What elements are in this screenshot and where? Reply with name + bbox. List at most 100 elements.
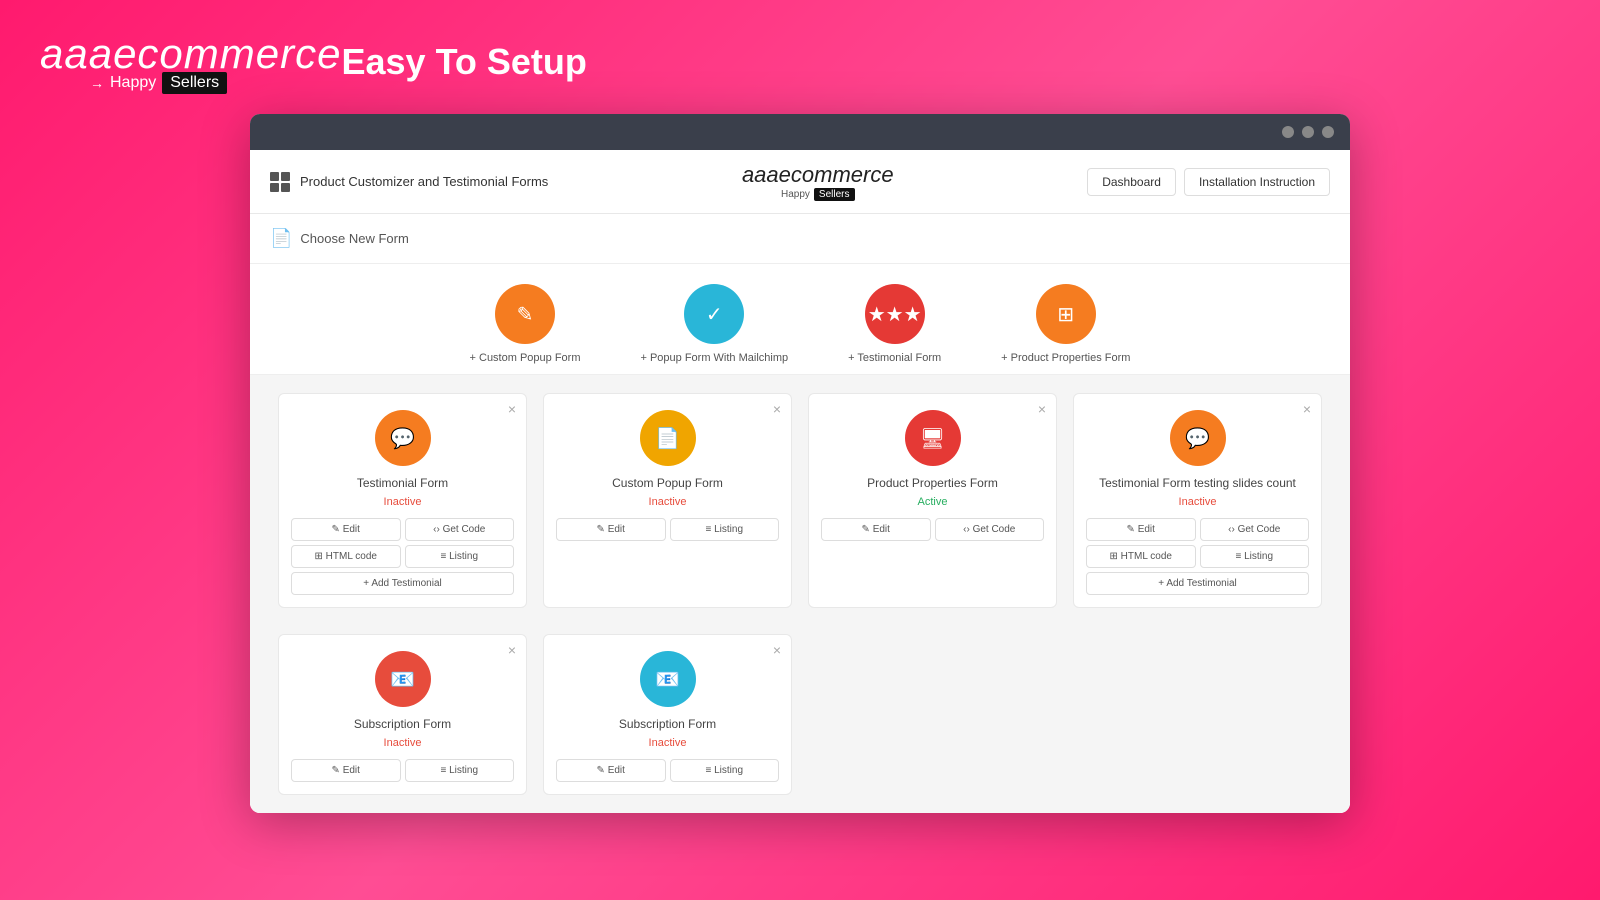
card-slides-edit[interactable]: ✎ Edit — [1086, 518, 1196, 541]
card-custom-title: Custom Popup Form — [612, 476, 723, 490]
choose-form-text: Choose New Form — [300, 231, 408, 246]
cards-row-2: × 📧 Subscription Form Inactive ✎ Edit ≡ … — [250, 626, 1350, 813]
browser-dot-1 — [1282, 126, 1294, 138]
card-product-status: Active — [918, 496, 948, 508]
main-logo: aaaecommerce → Happy Sellers — [40, 30, 341, 94]
card-testimonial-status: Inactive — [384, 496, 422, 508]
card-custom-status: Inactive — [649, 496, 687, 508]
logo-subtitle: → Happy Sellers — [40, 72, 341, 94]
cards-row-1: × 💬 Testimonial Form Inactive ✎ Edit ‹› … — [250, 375, 1350, 626]
card-custom-popup: × 📄 Custom Popup Form Inactive ✎ Edit ≡ … — [543, 393, 792, 608]
empty-card-slot-1 — [808, 634, 1057, 795]
card-subscription-2: × 📧 Subscription Form Inactive ✎ Edit ≡ … — [543, 634, 792, 795]
browser-titlebar — [250, 114, 1350, 150]
installation-button[interactable]: Installation Instruction — [1184, 168, 1330, 196]
app-logo-sub: Happy Sellers — [781, 188, 854, 201]
sellers-badge: Sellers — [162, 72, 227, 94]
card-slides-getcode[interactable]: ‹› Get Code — [1200, 518, 1310, 541]
document-icon: 📄 — [270, 228, 292, 249]
card-testimonial-listing[interactable]: ≡ Listing — [405, 545, 515, 568]
popup-mailchimp-label: + Popup Form With Mailchimp — [640, 352, 788, 364]
close-card-6[interactable]: × — [773, 643, 781, 657]
card-slides-add[interactable]: + Add Testimonial — [1086, 572, 1309, 595]
header-buttons: Dashboard Installation Instruction — [1087, 168, 1330, 196]
card-sub2-listing[interactable]: ≡ Listing — [670, 759, 780, 782]
card-sub2-edit[interactable]: ✎ Edit — [556, 759, 666, 782]
app-header-left: Product Customizer and Testimonial Forms — [270, 172, 548, 192]
testimonial-icon: ★★★ — [865, 284, 925, 344]
card-testimonial-slides: × 💬 Testimonial Form testing slides coun… — [1073, 393, 1322, 608]
card-product-title: Product Properties Form — [867, 476, 998, 490]
app-logo-text: aaaecommerce — [742, 162, 894, 188]
logo-italic: ecommerce — [113, 30, 341, 77]
browser-window: Product Customizer and Testimonial Forms… — [250, 114, 1350, 813]
close-card-2[interactable]: × — [773, 402, 781, 416]
form-type-product-properties[interactable]: ⊞ + Product Properties Form — [1001, 284, 1130, 364]
card-custom-listing[interactable]: ≡ Listing — [670, 518, 780, 541]
app-logo-italic: ecommerce — [779, 162, 894, 187]
card-slides-buttons: ✎ Edit ‹› Get Code ⊞ HTML code ≡ Listing… — [1086, 518, 1309, 595]
app-header: Product Customizer and Testimonial Forms… — [250, 150, 1350, 214]
card-sub1-edit[interactable]: ✎ Edit — [291, 759, 401, 782]
card-sub1-buttons: ✎ Edit ≡ Listing — [291, 759, 514, 782]
card-testimonial-icon: 💬 — [375, 410, 431, 466]
card-slides-title: Testimonial Form testing slides count — [1099, 476, 1296, 490]
testimonial-label: + Testimonial Form — [848, 352, 941, 364]
top-bar: aaaecommerce → Happy Sellers Easy To Set… — [40, 30, 1560, 94]
card-sub2-title: Subscription Form — [619, 717, 716, 731]
card-testimonial-edit[interactable]: ✎ Edit — [291, 518, 401, 541]
card-sub2-status: Inactive — [649, 737, 687, 749]
browser-dot-3 — [1322, 126, 1334, 138]
card-testimonial-form: × 💬 Testimonial Form Inactive ✎ Edit ‹› … — [278, 393, 527, 608]
close-card-5[interactable]: × — [508, 643, 516, 657]
close-card-3[interactable]: × — [1038, 402, 1046, 416]
form-types-row: ✎ + Custom Popup Form ✓ + Popup Form Wit… — [250, 264, 1350, 375]
card-sub2-icon: 📧 — [640, 651, 696, 707]
browser-body: Product Customizer and Testimonial Forms… — [250, 150, 1350, 813]
card-slides-htmlcode[interactable]: ⊞ HTML code — [1086, 545, 1196, 568]
page-heading: Easy To Setup — [341, 41, 586, 83]
card-subscription-1: × 📧 Subscription Form Inactive ✎ Edit ≡ … — [278, 634, 527, 795]
product-properties-icon: ⊞ — [1036, 284, 1096, 344]
card-testimonial-getcode[interactable]: ‹› Get Code — [405, 518, 515, 541]
app-icon — [270, 172, 290, 192]
logo-text: aaaecommerce — [40, 30, 341, 78]
app-sellers-badge: Sellers — [814, 188, 855, 201]
card-sub1-icon: 📧 — [375, 651, 431, 707]
card-testimonial-title: Testimonial Form — [357, 476, 448, 490]
card-product-buttons: ✎ Edit ‹› Get Code — [821, 518, 1044, 541]
form-type-testimonial[interactable]: ★★★ + Testimonial Form — [848, 284, 941, 364]
empty-card-slot-2 — [1073, 634, 1322, 795]
form-type-popup-mailchimp[interactable]: ✓ + Popup Form With Mailchimp — [640, 284, 788, 364]
custom-popup-icon: ✎ — [495, 284, 555, 344]
card-slides-listing[interactable]: ≡ Listing — [1200, 545, 1310, 568]
card-custom-edit[interactable]: ✎ Edit — [556, 518, 666, 541]
card-sub1-status: Inactive — [384, 737, 422, 749]
browser-dot-2 — [1302, 126, 1314, 138]
app-logo: aaaecommerce Happy Sellers — [742, 162, 894, 201]
card-product-edit[interactable]: ✎ Edit — [821, 518, 931, 541]
custom-popup-label: + Custom Popup Form — [470, 352, 581, 364]
dashboard-button[interactable]: Dashboard — [1087, 168, 1176, 196]
card-sub1-listing[interactable]: ≡ Listing — [405, 759, 515, 782]
card-slides-status: Inactive — [1179, 496, 1217, 508]
card-custom-icon: 📄 — [640, 410, 696, 466]
logo-prefix: aaa — [40, 30, 113, 77]
close-card-4[interactable]: × — [1303, 402, 1311, 416]
logo-happy: Happy — [110, 74, 156, 92]
app-header-title: Product Customizer and Testimonial Forms — [300, 174, 548, 189]
choose-form-area[interactable]: 📄 Choose New Form — [250, 214, 1350, 264]
app-happy-text: Happy — [781, 189, 810, 200]
card-slides-icon: 💬 — [1170, 410, 1226, 466]
card-testimonial-htmlcode[interactable]: ⊞ HTML code — [291, 545, 401, 568]
close-card-1[interactable]: × — [508, 402, 516, 416]
card-sub2-buttons: ✎ Edit ≡ Listing — [556, 759, 779, 782]
form-type-custom-popup[interactable]: ✎ + Custom Popup Form — [470, 284, 581, 364]
card-product-properties: × 🖥 Product Properties Form Active ✎ Edi… — [808, 393, 1057, 608]
card-testimonial-buttons: ✎ Edit ‹› Get Code ⊞ HTML code ≡ Listing… — [291, 518, 514, 595]
card-product-getcode[interactable]: ‹› Get Code — [935, 518, 1045, 541]
card-testimonial-add[interactable]: + Add Testimonial — [291, 572, 514, 595]
card-product-icon: 🖥 — [905, 410, 961, 466]
card-custom-buttons: ✎ Edit ≡ Listing — [556, 518, 779, 541]
card-sub1-title: Subscription Form — [354, 717, 451, 731]
